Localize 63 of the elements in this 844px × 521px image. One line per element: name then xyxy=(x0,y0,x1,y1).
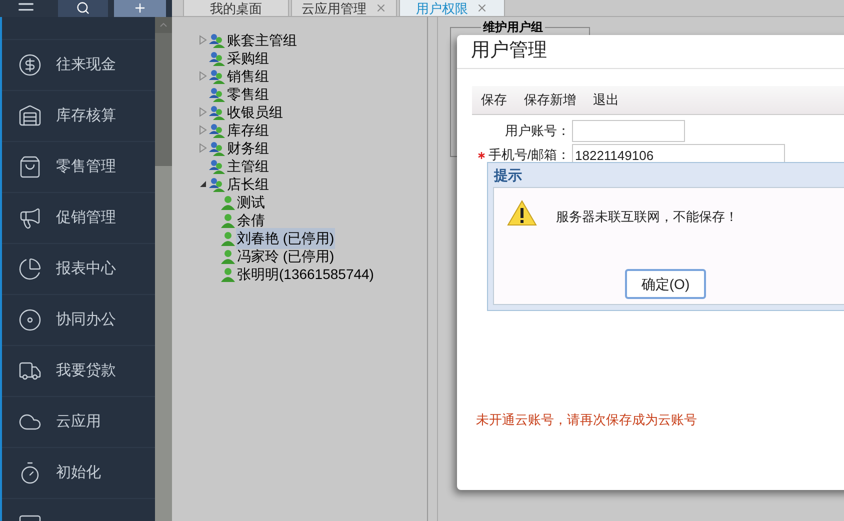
user-icon xyxy=(221,230,235,246)
tree-item[interactable]: 账套主管组 xyxy=(226,30,298,50)
ok-button[interactable]: 确定(O) xyxy=(625,269,706,299)
user-group-icon xyxy=(208,140,225,156)
expand-arrow-icon[interactable] xyxy=(199,71,207,81)
tree-item[interactable]: 刘春艳 (已停用) xyxy=(236,228,336,248)
expand-arrow-icon[interactable] xyxy=(199,143,207,153)
dialog-title: 用户管理 xyxy=(471,39,547,64)
user-group-icon xyxy=(208,32,225,48)
collapse-arrow-icon[interactable] xyxy=(199,179,207,189)
user-group-icon xyxy=(208,86,225,102)
user-icon xyxy=(221,194,235,210)
close-icon[interactable] xyxy=(374,2,386,14)
user-icon xyxy=(221,248,235,264)
tree-item[interactable]: 库存组 xyxy=(226,120,270,140)
toolbar-button[interactable]: 退出 xyxy=(593,90,619,110)
fieldset-legend: 维护用户组 xyxy=(481,20,545,34)
dollar-icon xyxy=(18,53,42,77)
warehouse-icon xyxy=(18,104,42,128)
alert-title: 提示 xyxy=(494,166,522,184)
tree-item[interactable]: 店长组 xyxy=(226,174,270,194)
expand-arrow-icon[interactable] xyxy=(199,107,207,117)
tree-item[interactable]: 财务组 xyxy=(226,138,270,158)
expand-arrow-icon[interactable] xyxy=(199,125,207,135)
search-icon xyxy=(76,1,90,15)
toolbar-button[interactable]: 保存 xyxy=(481,90,507,110)
user-group-icon xyxy=(208,176,225,192)
pie-chart-icon xyxy=(18,257,42,281)
alert-message: 服务器未联互联网，不能保存！ xyxy=(556,208,738,226)
toolbar-button[interactable]: 保存新增 xyxy=(524,90,576,110)
note-text: 未开通云账号，请再次保存成为云账号 xyxy=(476,411,697,429)
tree-item[interactable]: 主管组 xyxy=(226,156,270,176)
warning-icon xyxy=(507,200,537,226)
tab[interactable]: 云应用管理 xyxy=(291,0,397,16)
plus-icon xyxy=(133,1,147,15)
tree-item[interactable]: 冯家玲 (已停用) xyxy=(236,246,336,266)
scrollbar-thumb[interactable] xyxy=(155,33,172,166)
tree-item[interactable]: 测试 xyxy=(236,192,266,212)
user-icon xyxy=(221,212,235,228)
disc-icon xyxy=(18,308,42,332)
user-group-icon xyxy=(208,50,225,66)
user-group-icon xyxy=(208,68,225,84)
input-field[interactable] xyxy=(572,120,685,142)
expand-arrow-icon[interactable] xyxy=(199,35,207,45)
field-label: 用户账号： xyxy=(505,122,570,140)
megaphone-icon xyxy=(18,206,42,230)
user-group-icon xyxy=(208,158,225,174)
tree-item[interactable]: 余倩 xyxy=(236,210,266,230)
close-icon[interactable] xyxy=(476,2,488,14)
tree-item[interactable]: 张明明(13661585744) xyxy=(236,264,375,284)
search-button[interactable] xyxy=(58,0,108,17)
tree-item[interactable]: 收银员组 xyxy=(226,102,284,122)
add-button[interactable] xyxy=(114,0,166,17)
tree-item[interactable]: 采购组 xyxy=(226,48,270,68)
tab[interactable]: 我的桌面 xyxy=(183,0,289,16)
field-label: 手机号/邮箱： xyxy=(488,146,570,164)
bag-icon xyxy=(18,155,42,179)
scrollbar[interactable] xyxy=(155,17,172,521)
user-group-icon xyxy=(208,122,225,138)
user-group-icon xyxy=(208,104,225,120)
user-icon xyxy=(221,266,235,282)
tree-item[interactable]: 零售组 xyxy=(226,84,270,104)
tree-item[interactable]: 销售组 xyxy=(226,66,270,86)
